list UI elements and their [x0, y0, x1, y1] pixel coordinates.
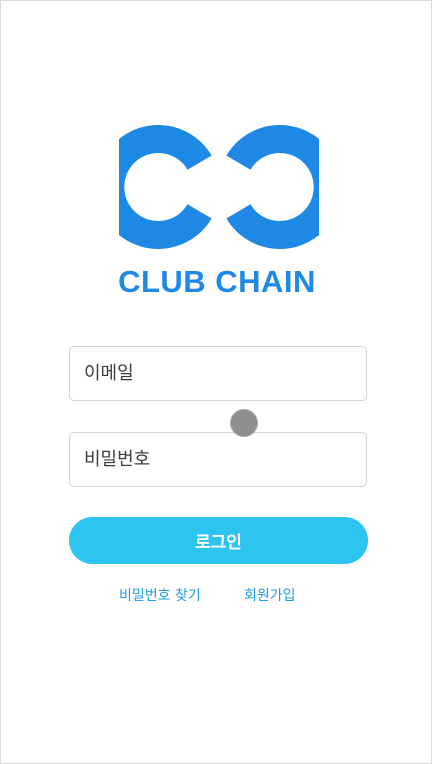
touch-indicator [230, 409, 258, 437]
email-field[interactable] [69, 346, 367, 401]
app-screen: CLUB CHAIN 로그인 비밀번호 찾기 회원가입 [0, 0, 432, 764]
password-field[interactable] [69, 432, 367, 487]
club-chain-logo-icon [119, 125, 319, 249]
login-button[interactable]: 로그인 [69, 517, 368, 564]
brand-name: CLUB CHAIN [118, 264, 316, 299]
sign-up-link[interactable]: 회원가입 [244, 585, 296, 605]
find-password-link[interactable]: 비밀번호 찾기 [119, 585, 201, 605]
